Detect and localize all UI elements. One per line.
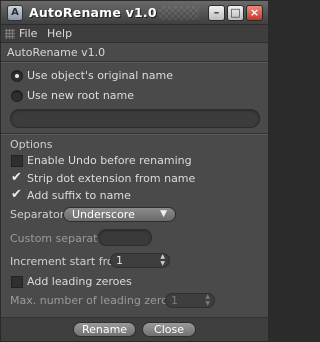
- checkmark-icon: ✔: [11, 170, 22, 185]
- checkbox-label: Enable Undo before renaming: [27, 154, 192, 167]
- radio-use-original-name[interactable]: Use object's original name: [11, 68, 211, 84]
- menu-bar: File Help: [1, 25, 268, 43]
- title-bar[interactable]: A AutoRename v1.0 – □ ×: [1, 1, 268, 25]
- options-label: Options: [10, 138, 53, 151]
- max-leading-zeroes-label: Max. number of leading zeroes: [10, 294, 181, 307]
- checkbox-unchecked-icon: [11, 155, 23, 167]
- increment-start-label: Increment start from: [10, 255, 125, 268]
- checkbox-label: Add leading zeroes: [27, 275, 132, 288]
- divider: [1, 133, 268, 135]
- window-title: AutoRename v1.0: [29, 5, 157, 20]
- divider: [1, 61, 268, 63]
- checkbox-label: Add suffix to name: [27, 189, 131, 202]
- title-bar-pattern: [159, 6, 199, 20]
- close-window-button[interactable]: ×: [246, 5, 263, 21]
- checkbox-strip-dot-extension[interactable]: ✔ Strip dot extension from name: [11, 171, 211, 187]
- separator-value: Underscore: [72, 208, 135, 221]
- separator-dropdown[interactable]: Underscore ▼: [63, 207, 176, 222]
- radio-label: Use new root name: [27, 89, 135, 102]
- stepper-arrows-icon[interactable]: ▲ ▼: [205, 293, 210, 307]
- dialog-heading: AutoRename v1.0: [7, 46, 106, 59]
- stepper-arrows-icon[interactable]: ▲ ▼: [160, 253, 165, 267]
- chevron-down-icon: ▼: [160, 209, 167, 219]
- maximize-button[interactable]: □: [227, 5, 244, 21]
- rename-button[interactable]: Rename: [73, 322, 136, 337]
- radio-use-new-root-name[interactable]: Use new root name: [11, 88, 211, 104]
- increment-start-value: 1: [116, 254, 123, 267]
- custom-separator-input[interactable]: [98, 229, 152, 246]
- checkmark-icon: ✔: [11, 187, 22, 202]
- radio-selected-icon: [11, 70, 23, 82]
- grip-handle-icon: [5, 29, 15, 39]
- max-leading-zeroes-value: 1: [171, 294, 178, 307]
- close-button[interactable]: Close: [142, 322, 196, 337]
- checkbox-unchecked-icon: [11, 276, 23, 288]
- menu-file[interactable]: File: [19, 27, 37, 40]
- separator-label: Separator: [10, 208, 65, 221]
- app-icon[interactable]: A: [7, 5, 23, 21]
- root-name-input[interactable]: [10, 109, 260, 128]
- radio-unselected-icon: [11, 90, 23, 102]
- max-leading-zeroes-stepper[interactable]: 1 ▲ ▼: [165, 293, 215, 308]
- custom-separator-label: Custom separator: [10, 232, 109, 245]
- minimize-button[interactable]: –: [208, 5, 225, 21]
- checkbox-label: Strip dot extension from name: [27, 172, 196, 185]
- radio-label: Use object's original name: [27, 69, 174, 82]
- checkbox-enable-undo[interactable]: Enable Undo before renaming: [11, 153, 211, 169]
- menu-help[interactable]: Help: [47, 27, 72, 40]
- autorename-window: A AutoRename v1.0 – □ × File Help AutoRe…: [0, 0, 269, 342]
- checkbox-add-leading-zeroes[interactable]: Add leading zeroes: [11, 274, 211, 290]
- checkbox-add-suffix[interactable]: ✔ Add suffix to name: [11, 188, 211, 204]
- increment-start-stepper[interactable]: 1 ▲ ▼: [110, 253, 170, 268]
